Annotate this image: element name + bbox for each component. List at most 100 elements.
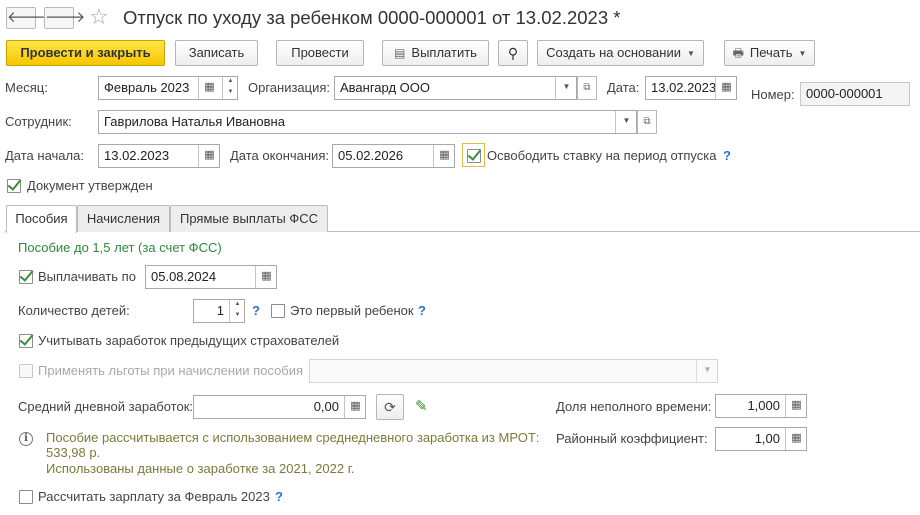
average-daily-earnings-label: Средний дневной заработок: <box>18 399 194 414</box>
calculator-icon[interactable]: ▦ <box>785 395 806 417</box>
pay-until-label: Выплачивать по <box>38 269 136 284</box>
children-count-spinner[interactable]: ▲ ▼ <box>229 300 244 322</box>
paperclip-icon: ⚲ <box>507 45 519 61</box>
save-button[interactable]: Записать <box>175 40 258 66</box>
pay-button[interactable]: ▤ Выплатить <box>382 40 489 66</box>
help-icon[interactable]: ? <box>252 302 260 320</box>
organization-label: Организация: <box>248 80 331 95</box>
pay-until-checkbox[interactable] <box>19 270 33 284</box>
previous-insurers-checkbox[interactable] <box>19 334 33 348</box>
children-count-label: Количество детей: <box>18 303 130 318</box>
children-count-stepper[interactable]: 1 ▲ ▼ <box>193 299 245 323</box>
free-rate-label: Освободить ставку на период отпуска <box>487 148 717 163</box>
free-rate-checkbox[interactable] <box>467 149 481 163</box>
pay-until-value: 05.08.2024 <box>151 269 217 284</box>
start-date-label: Дата начала: <box>5 148 84 163</box>
end-date-value: 05.02.2026 <box>338 148 404 163</box>
date-field[interactable]: 13.02.2023 ▦ <box>645 76 737 100</box>
print-button-label: Печать <box>749 45 793 60</box>
refresh-icon: ⟳ <box>384 399 396 415</box>
chevron-down-icon: ▼ <box>686 48 695 58</box>
calculator-icon[interactable]: ▦ <box>344 396 365 418</box>
number-label: Номер: <box>751 87 795 102</box>
end-date-field[interactable]: 05.02.2026 ▦ <box>332 144 455 168</box>
start-date-field[interactable]: 13.02.2023 ▦ <box>98 144 220 168</box>
chevron-down-icon: ▼ <box>798 48 807 58</box>
pay-until-field[interactable]: 05.08.2024 ▦ <box>145 265 277 289</box>
calendar-icon[interactable]: ▦ <box>198 145 219 167</box>
tab-fss-direct-payments[interactable]: Прямые выплаты ФСС <box>170 205 328 232</box>
month-field[interactable]: Февраль 2023 ▦ ▲ ▼ <box>98 76 238 100</box>
calendar-icon[interactable]: ▦ <box>433 145 454 167</box>
chevron-down-icon[interactable]: ▼ <box>555 77 576 99</box>
info-icon: i <box>19 432 33 446</box>
post-button[interactable]: Провести <box>276 40 364 66</box>
edit-pencil-icon[interactable]: ✎ <box>415 397 428 415</box>
employee-value: Гаврилова Наталья Ивановна <box>104 114 285 129</box>
organization-value: Авангард ООО <box>340 80 430 95</box>
first-child-label: Это первый ребенок <box>290 303 414 318</box>
month-label: Месяц: <box>5 80 48 95</box>
section-title: Пособие до 1,5 лет (за счет ФСС) <box>18 240 222 255</box>
help-icon[interactable]: ? <box>418 302 426 320</box>
first-child-checkbox[interactable] <box>271 304 285 318</box>
employee-label: Сотрудник: <box>5 114 72 129</box>
help-icon[interactable]: ? <box>275 488 283 506</box>
calendar-icon[interactable]: ▦ <box>715 77 736 99</box>
help-icon[interactable]: ? <box>723 147 731 165</box>
printer-icon: 🖶 <box>732 46 744 60</box>
organization-field[interactable]: Авангард ООО ▼ <box>334 76 577 100</box>
arrow-left-icon: 🡐 <box>7 9 48 26</box>
average-daily-earnings-field[interactable]: 0,00 ▦ <box>193 395 366 419</box>
create-based-on-label: Создать на основании <box>546 45 681 60</box>
number-value: 0000-000001 <box>806 86 883 101</box>
favorite-star-icon[interactable]: ☆ <box>89 4 109 30</box>
calculate-salary-label: Рассчитать зарплату за Февраль 2023 <box>38 489 270 504</box>
document-approved-checkbox[interactable] <box>7 179 21 193</box>
open-icon: ⧉ <box>583 82 591 93</box>
part-time-value: 1,000 <box>747 398 780 413</box>
regional-coefficient-field[interactable]: 1,00 ▦ <box>715 427 807 451</box>
attach-file-button[interactable]: ⚲ <box>498 40 528 66</box>
month-stepper[interactable]: ▲ ▼ <box>222 77 237 99</box>
page-title: Отпуск по уходу за ребенком 0000-000001 … <box>123 7 621 28</box>
post-and-close-button[interactable]: Провести и закрыть <box>6 40 165 66</box>
month-value: Февраль 2023 <box>104 80 190 95</box>
regional-coefficient-value: 1,00 <box>754 431 780 446</box>
average-daily-earnings-value: 0,00 <box>313 399 339 414</box>
open-organization-button[interactable]: ⧉ <box>577 76 597 100</box>
print-button[interactable]: 🖶 Печать ▼ <box>724 40 815 66</box>
refresh-button[interactable]: ⟳ <box>376 394 404 420</box>
info-text-line-3: Использованы данные о заработке за 2021,… <box>46 461 355 476</box>
back-button[interactable]: 🡐 <box>6 7 47 29</box>
end-date-label: Дата окончания: <box>230 148 329 163</box>
date-value: 13.02.2023 <box>651 80 717 95</box>
document-approved-label: Документ утвержден <box>27 178 153 193</box>
chevron-down-icon[interactable]: ▼ <box>615 111 636 133</box>
create-based-on-button[interactable]: Создать на основании ▼ <box>537 40 704 66</box>
employee-field[interactable]: Гаврилова Наталья Ивановна ▼ <box>98 110 637 134</box>
part-time-label: Доля неполного времени: <box>556 399 712 414</box>
open-employee-button[interactable]: ⧉ <box>637 110 657 134</box>
arrow-right-icon: 🡒 <box>45 9 86 26</box>
part-time-field[interactable]: 1,000 ▦ <box>715 394 807 418</box>
previous-insurers-label: Учитывать заработок предыдущих страховат… <box>38 333 340 348</box>
privileges-select[interactable]: ▼ <box>309 359 718 383</box>
start-date-value: 13.02.2023 <box>104 148 170 163</box>
regional-coefficient-label: Районный коэффициент: <box>556 431 708 446</box>
forward-button[interactable]: 🡒 <box>44 7 85 29</box>
calculate-salary-checkbox[interactable] <box>19 490 33 504</box>
calendar-icon[interactable]: ▦ <box>198 77 220 99</box>
children-count-value: 1 <box>216 303 224 318</box>
tab-benefits[interactable]: Пособия <box>6 205 77 233</box>
privileges-label: Применять льготы при начислении пособия <box>38 363 304 378</box>
calculator-icon[interactable]: ▦ <box>785 428 806 450</box>
number-field[interactable]: 0000-000001 <box>800 82 910 106</box>
pay-button-label: Выплатить <box>411 45 477 60</box>
calendar-icon[interactable]: ▦ <box>255 266 276 288</box>
tab-accruals[interactable]: Начисления <box>77 205 170 232</box>
chevron-down-icon[interactable]: ▼ <box>696 360 717 382</box>
info-text-line-1: Пособие рассчитывается с использованием … <box>46 430 540 445</box>
date-label: Дата: <box>607 80 640 95</box>
privileges-checkbox[interactable] <box>19 364 33 378</box>
